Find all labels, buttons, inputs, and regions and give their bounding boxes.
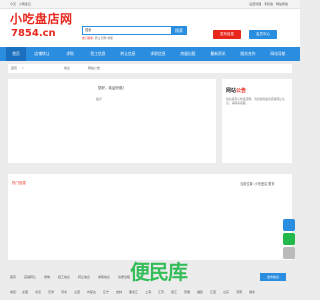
nav-item-wanted[interactable]: 求购 (58, 47, 82, 61)
region-item[interactable]: 辽宁 (103, 286, 109, 298)
hot-more-prefix: 当前位置: (240, 182, 254, 186)
region-item[interactable]: 吉林 (116, 286, 122, 298)
bottom-nav: 首页 店铺转让 求购 招工信息 转让信息 求职信息 房屋出租 (0, 272, 300, 282)
bottom-nav-wanted[interactable]: 求购 (44, 272, 50, 282)
date-greeting: 今天 (10, 2, 17, 6)
hot-info-title: 热门信息 (12, 181, 26, 185)
notice-title-b: 公告 (236, 88, 247, 94)
region-item[interactable]: 北京 (35, 286, 41, 298)
nav-item-partner[interactable]: 服务合作 (234, 47, 262, 61)
hot-info-more[interactable]: 当前位置: 小吃盘店 更多 (240, 181, 275, 186)
breadcrumb-home[interactable]: 首页 (11, 64, 17, 73)
nav-item-sitenav[interactable]: 网站导航 (264, 47, 292, 61)
breadcrumb-sep: > (22, 66, 24, 70)
nav-item-shop-transfer[interactable]: 店铺转让 (28, 47, 56, 61)
nav-item-jobs[interactable]: 招工信息 (84, 47, 112, 61)
notice-text: 欢迎来到小吃盘店网，为您提供最新店铺转让信息，请联系客服。 (226, 97, 285, 105)
weather-text: 小雨多云 (18, 2, 31, 6)
region-item[interactable]: 山西 (74, 286, 80, 298)
nav-item-news[interactable]: 最新资讯 (204, 47, 232, 61)
breadcrumb-tail: 网站公告 (88, 66, 101, 70)
logo-domain: 7854.cn (11, 28, 56, 39)
breadcrumb-current[interactable]: 信息 (64, 64, 70, 73)
search-button[interactable]: 搜索 (171, 26, 187, 35)
main-nav: 首页 店铺转让 求购 招工信息 转让信息 求职信息 房屋出租 最新资讯 服务合作… (0, 47, 300, 61)
welcome-greeting: 您好，欢迎光临！ (98, 86, 126, 90)
region-item[interactable]: 河北 (61, 286, 67, 298)
region-item[interactable]: 江苏 (158, 286, 164, 298)
notice-title-a: 网站 (226, 88, 237, 94)
site-header: 小吃盘店网 7854.cn 搜索 搜索 热门搜索: 转让 招聘 求职 发布信息 … (0, 9, 300, 47)
region-item[interactable]: 山东 (223, 286, 229, 298)
region-item[interactable]: 湖北 (249, 286, 255, 298)
welcome-panel: 您好，欢迎光临！ 提示 (8, 79, 216, 163)
logo-title: 小吃盘店网 (10, 12, 73, 26)
topbar-link-sitenav[interactable]: 网站导航 (276, 2, 288, 6)
hot-search: 热门搜索: 转让 招聘 求职 (82, 36, 113, 40)
hot-info-panel: 热门信息 当前位置: 小吃盘店 更多 (8, 174, 292, 260)
share-icon[interactable] (283, 219, 295, 231)
region-item[interactable]: 安徽 (184, 286, 190, 298)
region-item[interactable]: 上海 (145, 286, 151, 298)
publish-button[interactable]: 发布信息 (213, 30, 241, 39)
notice-title: 网站公告 (226, 87, 246, 94)
topbar-link-mobile[interactable]: 手机版 (264, 2, 273, 6)
back-to-top-icon[interactable] (283, 247, 295, 259)
nav-item-transfer-info[interactable]: 转让信息 (114, 47, 142, 61)
region-label: 地区: (10, 290, 17, 294)
region-item[interactable]: 河南 (236, 286, 242, 298)
search-input[interactable]: 搜索 (82, 26, 172, 35)
region-item[interactable]: 福建 (197, 286, 203, 298)
topbar-link-settings[interactable]: 设置管理 (249, 2, 261, 6)
region-item[interactable]: 全国 (22, 286, 28, 298)
region-item[interactable]: 浙江 (171, 286, 177, 298)
nav-item-home[interactable]: 首页 (6, 47, 26, 61)
nav-item-rent[interactable]: 房屋出租 (174, 47, 202, 61)
breadcrumb: 首页 > 信息 网站公告 (8, 64, 292, 73)
region-list: 地区: 全国 北京 天津 河北 山西 内蒙古 辽宁 吉林 黑龙江 上海 江苏 浙… (0, 286, 300, 298)
member-center-button[interactable]: 会员中心 (249, 30, 277, 39)
region-item[interactable]: 黑龙江 (129, 286, 138, 298)
nav-item-jobseek[interactable]: 求职信息 (144, 47, 172, 61)
bottom-nav-rent[interactable]: 房屋出租 (118, 272, 130, 282)
top-bar: 今天 小雨多云 设置管理 手机版 网站导航 (0, 0, 300, 9)
region-item[interactable]: 内蒙古 (87, 286, 96, 298)
wechat-icon[interactable] (283, 233, 295, 245)
welcome-label: 提示 (96, 97, 103, 101)
bottom-nav-shop-transfer[interactable]: 店铺转让 (24, 272, 36, 282)
region-item[interactable]: 天津 (48, 286, 54, 298)
hot-search-label: 热门搜索: (82, 36, 94, 40)
hot-more-link[interactable]: 小吃盘店 更多 (255, 182, 275, 186)
bottom-nav-jobs[interactable]: 招工信息 (58, 272, 70, 282)
site-logo[interactable]: 小吃盘店网 7854.cn (10, 12, 82, 44)
notice-panel: 网站公告 欢迎来到小吃盘店网，为您提供最新店铺转让信息，请联系客服。 (222, 79, 292, 163)
bottom-nav-home[interactable]: 首页 (10, 272, 16, 282)
region-item[interactable]: 江西 (210, 286, 216, 298)
hot-search-terms[interactable]: 转让 招聘 求职 (95, 36, 113, 40)
bottom-publish-button[interactable]: 发布信息 (260, 273, 286, 281)
bottom-nav-jobseek[interactable]: 求职信息 (98, 272, 110, 282)
bottom-nav-transfer-info[interactable]: 转让信息 (78, 272, 90, 282)
